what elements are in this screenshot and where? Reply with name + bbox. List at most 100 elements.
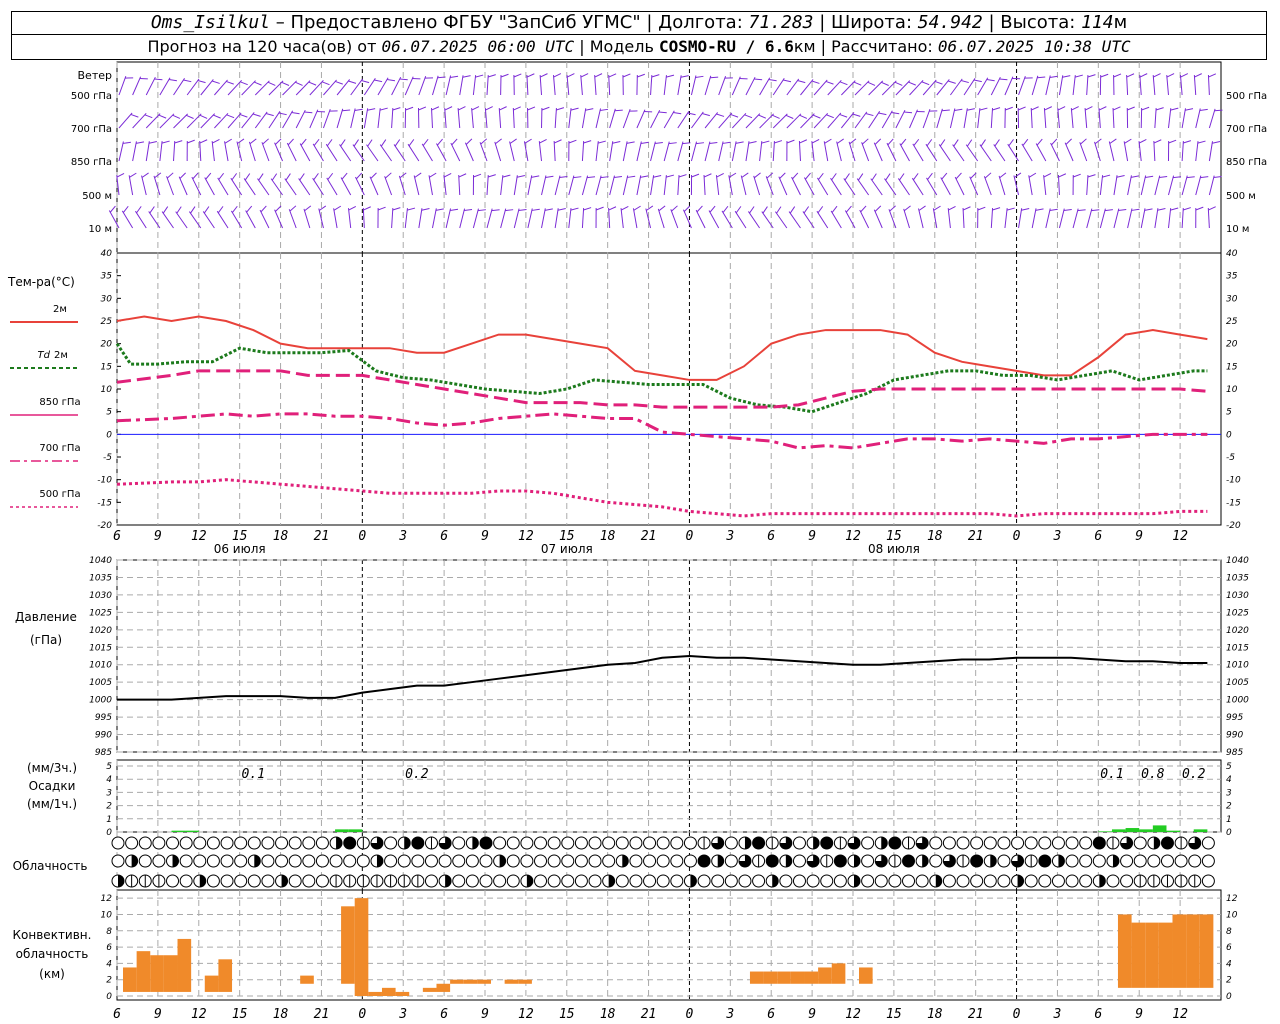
conv-ytick-left: 8 xyxy=(106,927,112,937)
wind-barb-flag xyxy=(190,206,196,214)
wind-barb xyxy=(622,175,629,196)
wind-barb xyxy=(217,177,229,196)
temp-ytick-left: 5 xyxy=(106,408,112,418)
wind-barb xyxy=(1028,175,1033,196)
wind-barb-flag xyxy=(275,205,282,212)
wind-barb xyxy=(350,108,356,129)
wind-barb xyxy=(580,75,583,96)
cloud-fill-half xyxy=(199,875,206,887)
wind-barb xyxy=(541,208,546,229)
cloud-symbol xyxy=(315,836,329,850)
wind-barb-flag xyxy=(666,74,675,78)
cloud-symbol xyxy=(1174,854,1188,868)
precip-ytick-left: 4 xyxy=(106,775,112,785)
wind-barb xyxy=(670,209,679,229)
meteogram: 6 9 12 15 18 21 0 3 6 9 12 15 18 21 0 3 6 9 12 15 18 21 0 3 6 9 12… xyxy=(7,61,1267,1022)
cloud-symbol xyxy=(574,874,588,888)
cloud-symbol xyxy=(493,874,507,888)
wind-barb-flag xyxy=(654,142,663,145)
wind-barb-flag xyxy=(1098,106,1107,111)
wind-barb xyxy=(595,175,602,196)
wind-barb-flag xyxy=(258,173,264,181)
wind-barb xyxy=(663,175,667,196)
precip-unit-bottom: (мм/1ч.) xyxy=(27,797,77,811)
cloud-symbol xyxy=(970,836,984,850)
wind-barb xyxy=(936,108,943,129)
wind-barb xyxy=(1050,142,1060,162)
wind-barb xyxy=(377,108,381,129)
wind-barb xyxy=(1084,108,1088,129)
wind-barb xyxy=(1031,75,1039,96)
wind-barb xyxy=(166,176,174,196)
time-tick-label: 12 xyxy=(1172,1007,1188,1022)
wind-level-label: 500 м xyxy=(82,191,112,202)
wind-barb-flag xyxy=(774,140,783,144)
cloud-symbol xyxy=(629,836,643,850)
cloud-symbol xyxy=(220,836,234,850)
cloud-symbol xyxy=(602,854,616,868)
wind-barb xyxy=(772,113,788,129)
wind-barb-flag xyxy=(722,141,731,144)
wind-barb xyxy=(1123,141,1129,162)
wind-barb-flag xyxy=(878,112,887,116)
wind-barb xyxy=(695,209,706,229)
wind-barb xyxy=(1140,175,1147,196)
cloud-symbol xyxy=(602,836,616,850)
wind-barb xyxy=(949,108,956,129)
wind-barb xyxy=(118,76,127,96)
wind-barb-flag xyxy=(570,107,579,111)
wind-level-label-right: 500 м xyxy=(1226,191,1256,202)
wind-barb xyxy=(778,176,788,196)
time-tick-label: 0 xyxy=(358,529,366,544)
wind-barb xyxy=(1112,107,1115,129)
cloud-symbol xyxy=(683,854,697,868)
wind-barb-flag xyxy=(1157,207,1166,211)
wind-barb-flag xyxy=(394,139,401,147)
time-tick-label: 12 xyxy=(845,1007,861,1022)
time-tick-label: 3 xyxy=(398,529,407,544)
wind-barb xyxy=(444,108,447,129)
wind-barb xyxy=(274,142,284,162)
wind-barb-flag xyxy=(891,111,900,115)
wind-level-label-right: 700 гПа xyxy=(1226,124,1267,135)
wind-barb xyxy=(257,178,270,196)
wind-barb-flag xyxy=(799,139,808,144)
wind-barb xyxy=(912,143,924,162)
wind-barb-flag xyxy=(379,107,388,111)
time-tick-label: 3 xyxy=(725,529,734,544)
wind-barb xyxy=(173,113,189,129)
cloud-symbol xyxy=(1188,854,1202,868)
wind-barb xyxy=(798,141,801,162)
wind-barb xyxy=(243,178,256,196)
wind-barb-flag xyxy=(865,113,874,117)
cloud-symbol xyxy=(983,874,997,888)
wind-barb-flag xyxy=(451,138,458,146)
wind-barb-flag xyxy=(1037,76,1046,79)
wind-barb-flag xyxy=(313,173,319,181)
wind-barb xyxy=(261,142,270,162)
wind-barb xyxy=(1098,108,1101,129)
wind-barb xyxy=(899,143,910,162)
cloud-symbol xyxy=(1147,854,1161,868)
conv-bar xyxy=(354,898,369,996)
conv-ytick-right: 2 xyxy=(1226,976,1232,986)
wind-barb xyxy=(464,142,474,162)
conv-bar xyxy=(204,975,219,992)
conv-bar xyxy=(1158,922,1173,988)
wind-barb xyxy=(859,209,870,229)
wind-barb xyxy=(445,208,452,229)
wind-barb-flag xyxy=(954,108,963,111)
wind-barb-flag xyxy=(116,172,125,178)
wind-barb-flag xyxy=(187,139,195,144)
cloud-symbol xyxy=(1038,836,1052,850)
wind-barb xyxy=(990,208,994,229)
wind-barb xyxy=(350,78,363,96)
cloud-symbol xyxy=(424,854,438,868)
cloud-symbol xyxy=(547,836,561,850)
wind-barb-flag xyxy=(640,141,649,144)
wind-barb-flag xyxy=(1144,208,1153,211)
cloud-symbol xyxy=(929,836,943,850)
wind-barb xyxy=(595,108,602,129)
wind-barb xyxy=(895,80,911,96)
wind-barb xyxy=(786,113,802,129)
